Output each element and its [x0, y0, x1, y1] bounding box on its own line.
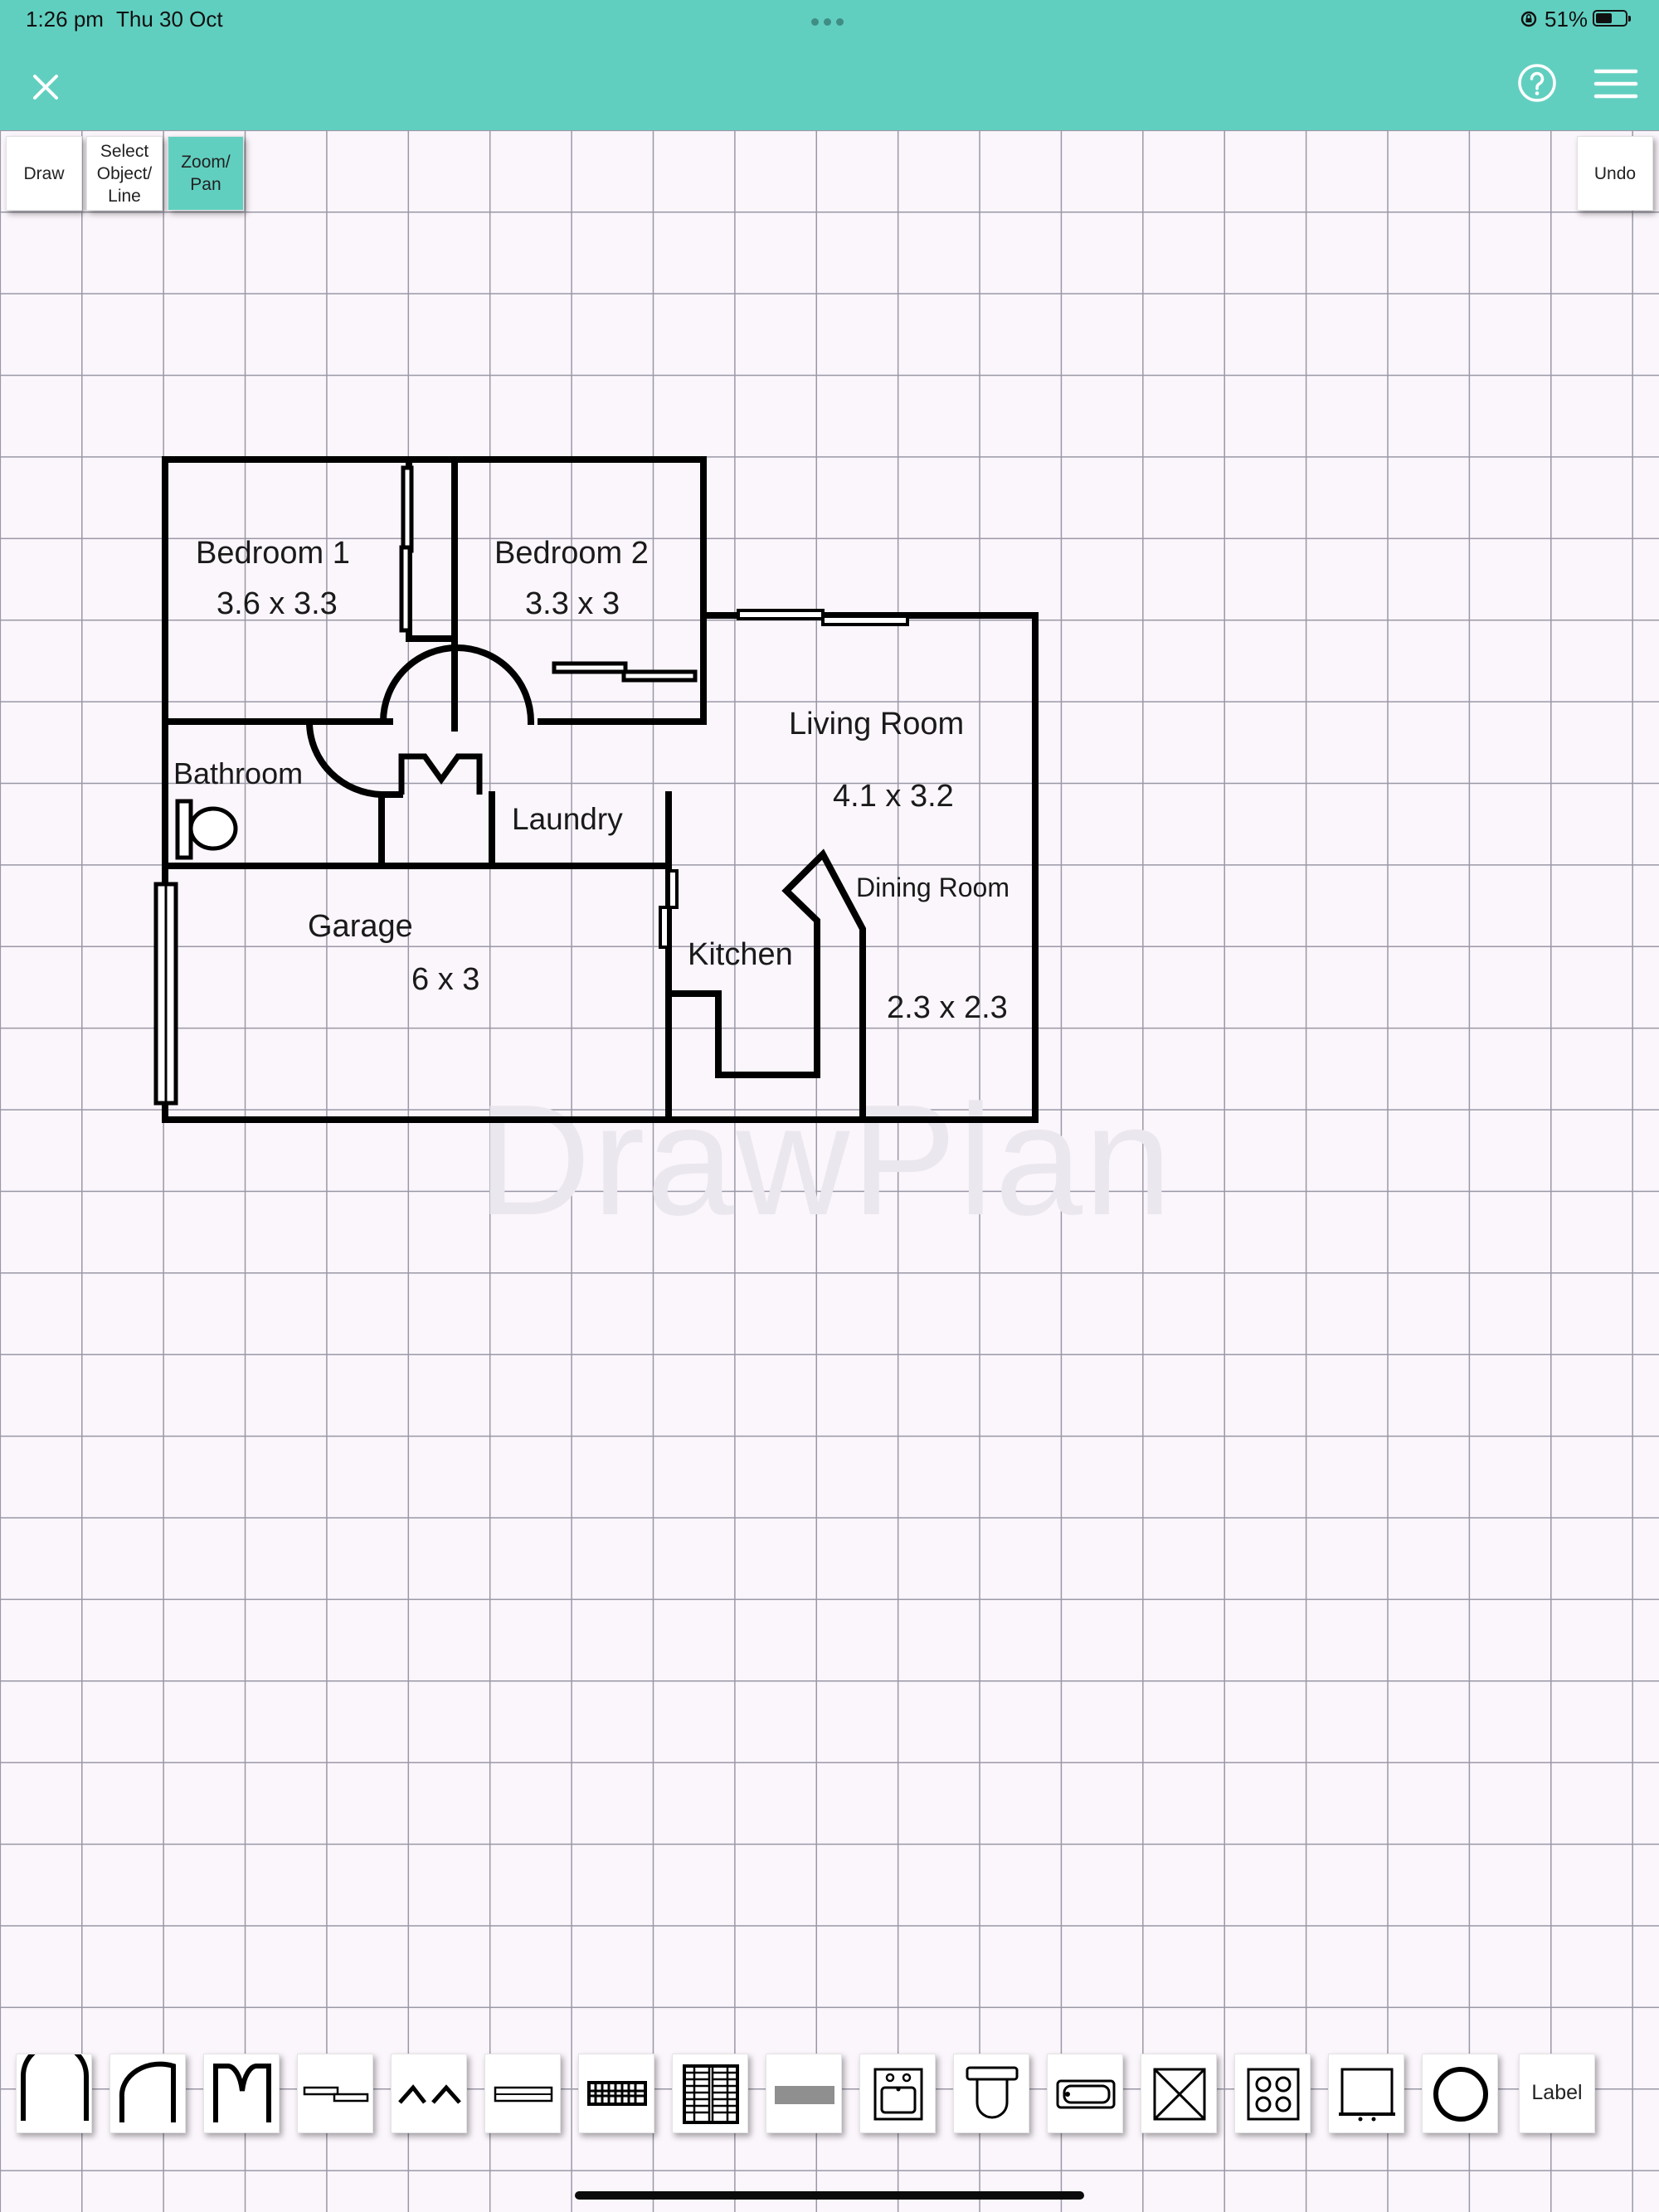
sliding-door — [621, 669, 698, 683]
room-name-laundry[interactable]: Laundry — [512, 802, 623, 837]
sliding-door-tool[interactable] — [297, 2054, 373, 2133]
toilet-icon — [966, 2066, 1019, 2119]
stairs-icon — [587, 2081, 647, 2106]
floor-plan[interactable] — [0, 0, 1659, 1161]
box-icon — [1153, 2068, 1206, 2121]
cabinet-icon — [1339, 2068, 1395, 2122]
door-leaf — [659, 906, 670, 949]
room-name-kitchen[interactable]: Kitchen — [688, 937, 793, 973]
double-door-icon — [213, 2064, 271, 2122]
sliding-door — [399, 545, 412, 633]
cooktop-icon — [1247, 2068, 1300, 2121]
circle-tool[interactable] — [1422, 2054, 1498, 2133]
arched-door-tool[interactable] — [109, 2054, 186, 2133]
door-leaf — [667, 869, 679, 909]
room-name-bedroom-1[interactable]: Bedroom 1 — [196, 536, 350, 571]
box-tool[interactable] — [1141, 2054, 1217, 2133]
bench-icon — [775, 2086, 834, 2104]
door-swing — [305, 719, 386, 799]
staircase-icon — [683, 2064, 739, 2124]
bifold-door-icon — [398, 2084, 461, 2104]
bathtub-tool[interactable] — [1047, 2054, 1123, 2133]
door-tool[interactable] — [16, 2054, 92, 2133]
room-name-bedroom-2[interactable]: Bedroom 2 — [494, 536, 649, 571]
room-size-dining-room[interactable]: 2.3 x 2.3 — [887, 990, 1008, 1026]
home-indicator[interactable] — [575, 2191, 1084, 2200]
sliding-door-icon — [303, 2086, 369, 2103]
cooktop-tool[interactable] — [1234, 2054, 1311, 2133]
sliding-door — [737, 609, 825, 620]
door-icon — [21, 2054, 89, 2121]
label-tool-text: Label — [1531, 2081, 1583, 2104]
sliding-door — [552, 661, 628, 674]
double-door-tool[interactable] — [203, 2054, 280, 2133]
label-tool-button[interactable]: Label — [1519, 2054, 1595, 2133]
bifold-door-tool[interactable] — [391, 2054, 467, 2133]
sink-tool[interactable] — [859, 2054, 936, 2133]
window-tool[interactable] — [484, 2054, 561, 2133]
sliding-door — [821, 615, 909, 626]
toilet-tool[interactable] — [953, 2054, 1029, 2133]
bathtub-icon — [1056, 2079, 1116, 2109]
room-size-living-room[interactable]: 4.1 x 3.2 — [833, 779, 954, 814]
bench-tool[interactable] — [766, 2054, 842, 2133]
window-icon — [494, 2086, 553, 2103]
sliding-door — [401, 465, 414, 553]
room-name-dining-room[interactable]: Dining Room — [856, 873, 1010, 903]
wall — [406, 459, 458, 642]
sink-icon — [873, 2068, 923, 2121]
room-size-bedroom-1[interactable]: 3.6 x 3.3 — [216, 586, 338, 622]
circle-icon — [1433, 2067, 1488, 2122]
staircase-tool[interactable] — [672, 2054, 748, 2133]
toilet-icon — [175, 799, 238, 860]
cabinet-tool[interactable] — [1328, 2054, 1404, 2133]
double-door-icon — [398, 753, 483, 795]
stairs-tool[interactable] — [578, 2054, 654, 2133]
kitchen-bench — [665, 848, 866, 1123]
arched-door-icon — [119, 2061, 176, 2122]
room-size-bedroom-2[interactable]: 3.3 x 3 — [525, 586, 620, 622]
room-name-bathroom[interactable]: Bathroom — [173, 756, 303, 791]
room-name-living-room[interactable]: Living Room — [789, 707, 964, 742]
room-size-garage[interactable]: 6 x 3 — [411, 962, 479, 998]
room-name-garage[interactable]: Garage — [308, 909, 413, 945]
